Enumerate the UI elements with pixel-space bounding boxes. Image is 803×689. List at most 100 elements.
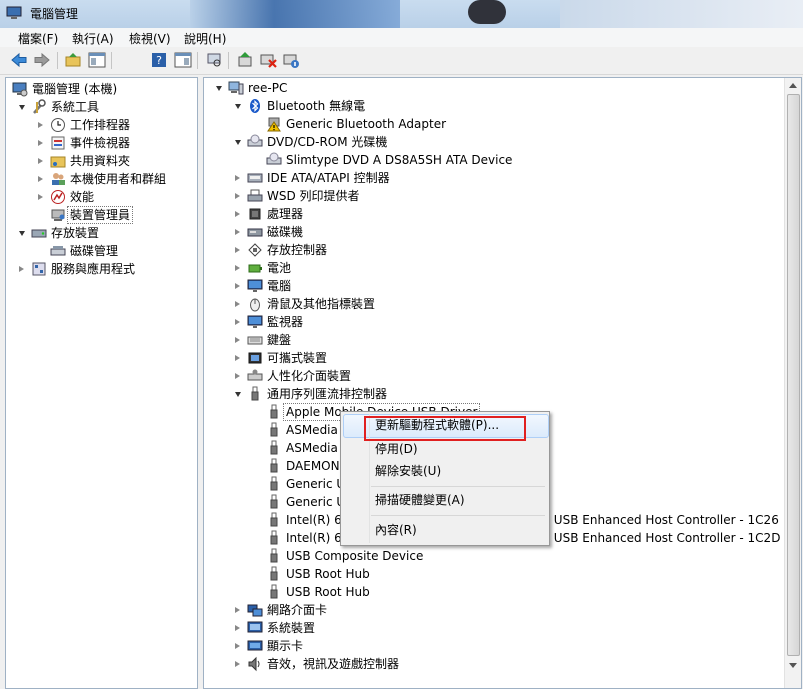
console-tree-label: 磁碟管理 [70,244,119,258]
expand-arrow-icon[interactable] [235,283,240,289]
menu-properties[interactable]: 內容(R) [375,520,417,540]
mouse-icon [247,296,263,312]
title-bar: 電腦管理 [0,0,803,28]
device-tree-label: 電池 [267,261,292,275]
usb-icon [266,458,282,474]
expand-arrow-icon[interactable] [235,319,240,325]
event-viewer-icon [50,135,66,151]
expand-arrow-icon[interactable] [235,643,240,649]
background-blur [190,0,400,28]
device-tree-label: 音效，視訊及遊戲控制器 [267,657,400,671]
device-tree-label: 處理器 [267,207,304,221]
system-device-icon [247,620,263,636]
svg-text:?: ? [156,54,162,67]
device-tree-label: 人性化介面裝置 [267,369,352,383]
expand-arrow-icon[interactable] [235,193,240,199]
usb-icon [266,440,282,456]
vertical-scrollbar[interactable] [784,78,801,688]
scroll-up-icon[interactable] [789,83,797,88]
usb-icon [266,422,282,438]
device-tree-label: Generic U [286,495,346,509]
console-tree-label: 系統工具 [51,100,100,114]
collapse-arrow-icon[interactable] [19,231,25,236]
expand-arrow-icon[interactable] [235,337,240,343]
expand-arrow-icon[interactable] [235,247,240,253]
console-tree-label: 服務與應用程式 [51,262,136,276]
scan-hardware-icon[interactable] [205,51,223,69]
storage-icon [31,225,47,241]
printer-icon [247,188,263,204]
monitor-icon [247,314,263,330]
device-tree-label: 磁碟機 [267,225,304,239]
usb-icon [266,512,282,528]
menu-uninstall[interactable]: 解除安裝(U) [375,461,441,481]
expand-arrow-icon[interactable] [38,194,43,200]
expand-arrow-icon[interactable] [235,229,240,235]
computer-management-icon [6,6,22,20]
forward-arrow-icon[interactable] [33,51,51,69]
scroll-down-icon[interactable] [789,663,797,668]
expand-arrow-icon[interactable] [235,301,240,307]
collapse-arrow-icon[interactable] [235,392,241,397]
performance-icon [50,189,66,205]
expand-arrow-icon[interactable] [235,373,240,379]
background-blur [468,0,506,24]
menu-help[interactable]: 說明(H) [184,30,226,47]
menu-action[interactable]: 執行(A) [72,30,114,47]
tools-icon [31,99,47,115]
processor-icon [247,206,263,222]
uninstall-device-icon[interactable] [282,51,300,69]
usb-icon [266,566,282,582]
help-icon[interactable]: ? [150,51,168,69]
disk-icon [247,224,263,240]
expand-arrow-icon[interactable] [38,176,43,182]
console-tree-pane[interactable]: 電腦管理 (本機) 系統工具 工作排程器 事件檢視器 共用資料夾 本機使用者和群組 效能 裝置… [5,77,198,689]
expand-arrow-icon[interactable] [19,266,24,272]
expand-arrow-icon[interactable] [38,122,43,128]
device-tree-pane[interactable]: ree-PC Bluetooth 無線電 Generic Bluetooth Ada… [203,77,802,689]
collapse-arrow-icon[interactable] [235,104,241,109]
device-tree-label: ree-PC [248,81,288,95]
device-tree-label: 滑鼠及其他指標裝置 [267,297,376,311]
computer-icon [228,80,244,96]
usb-icon [247,386,263,402]
usb-icon [266,548,282,564]
collapse-arrow-icon[interactable] [235,140,241,145]
device-tree-label: DVD/CD-ROM 光碟機 [267,135,388,149]
device-tree-label: 電腦 [267,279,292,293]
bluetooth-icon [247,98,263,114]
collapse-arrow-icon[interactable] [19,105,25,110]
expand-arrow-icon[interactable] [38,158,43,164]
console-tree-label: 存放裝置 [51,226,100,240]
dvd-icon [266,152,282,168]
usb-icon [266,404,282,420]
menu-disable[interactable]: 停用(D) [375,439,418,459]
disable-device-icon[interactable] [259,51,277,69]
menu-file[interactable]: 檔案(F) [18,30,58,47]
expand-arrow-icon[interactable] [235,175,240,181]
menu-scan-hardware[interactable]: 掃描硬體變更(A) [375,490,465,510]
usb-icon [266,476,282,492]
expand-arrow-icon[interactable] [235,265,240,271]
scrollbar-thumb[interactable] [787,94,800,656]
expand-arrow-icon[interactable] [235,355,240,361]
warning-device-icon [266,116,282,132]
expand-arrow-icon[interactable] [38,140,43,146]
users-icon [50,171,66,187]
up-folder-icon[interactable] [64,51,82,69]
device-tree-label: 鍵盤 [267,333,292,347]
update-driver-icon[interactable] [236,51,254,69]
device-tree-label: 顯示卡 [267,639,304,653]
expand-arrow-icon[interactable] [235,625,240,631]
back-arrow-icon[interactable] [10,51,28,69]
device-manager-icon [50,207,66,223]
expand-arrow-icon[interactable] [235,607,240,613]
collapse-arrow-icon[interactable] [216,86,222,91]
network-icon [247,602,263,618]
expand-arrow-icon[interactable] [235,661,240,667]
properties-icon[interactable] [174,51,192,69]
menu-view[interactable]: 檢視(V) [129,30,171,47]
expand-arrow-icon[interactable] [235,211,240,217]
show-hide-tree-icon[interactable] [88,51,106,69]
device-tree-label: ASMedia [286,423,338,437]
